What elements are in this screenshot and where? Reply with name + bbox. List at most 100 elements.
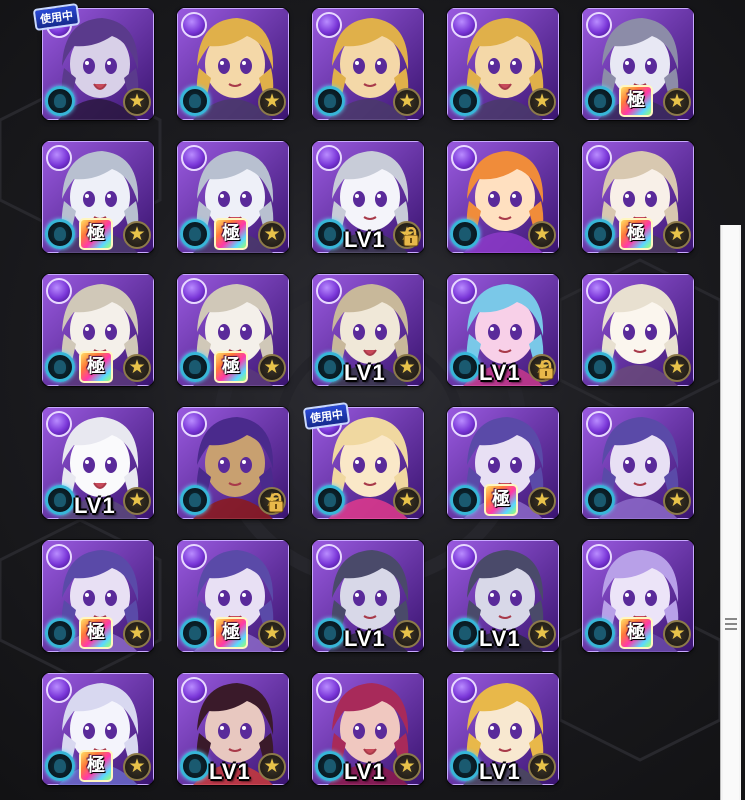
level-label: LV1 [479,626,521,651]
kyoku-badge: 極 [619,617,653,649]
kyoku-badge: 極 [79,617,113,649]
character-card[interactable]: ★ LV1 [447,540,559,652]
character-card[interactable]: ★ 極 [447,407,559,519]
element-wood-icon [316,677,342,703]
star-icon: ★ [393,88,421,116]
element-wood-icon [181,12,207,38]
character-card[interactable]: ★ [447,141,559,253]
gauge-icon [45,86,75,116]
scrollbar-grip-icon [725,615,737,639]
gauge-icon [45,618,75,648]
element-wood-icon [46,544,72,570]
star-icon: ★ [258,753,286,781]
lock-icon [402,226,420,247]
character-card[interactable]: ★ 極 [177,141,289,253]
character-card[interactable]: ★ 極 [42,141,154,253]
scrollbar-thumb[interactable] [723,225,739,800]
kyoku-badge: 極 [484,484,518,516]
star-icon: ★ [393,620,421,648]
character-card[interactable]: ★ LV1 [312,540,424,652]
gauge-icon [315,751,345,781]
gauge-icon [585,86,615,116]
element-wood-icon [46,278,72,304]
gauge-icon [585,485,615,515]
lock-icon [267,492,285,513]
star-icon: ★ [528,221,556,249]
character-card[interactable]: ★ 極 [582,8,694,120]
gauge-icon [45,352,75,382]
character-card[interactable]: ★LV1 [312,274,424,386]
level-label: LV1 [479,759,521,784]
character-card[interactable]: ★ [582,274,694,386]
element-wood-icon [181,145,207,171]
level-label: LV1 [344,227,386,252]
character-card[interactable]: ★ [177,8,289,120]
star-icon: ★ [258,354,286,382]
gauge-icon [315,86,345,116]
element-wood-icon [316,12,342,38]
character-card[interactable]: ★ 極 [177,274,289,386]
gauge-icon [450,618,480,648]
star-icon: ★ [663,221,691,249]
star-icon: ★ [258,221,286,249]
element-wood-icon [586,411,612,437]
lock-icon [537,359,555,380]
gauge-icon [450,352,480,382]
star-icon: ★ [393,487,421,515]
gauge-icon [585,618,615,648]
character-card[interactable]: ★ [177,407,289,519]
character-card[interactable]: ★ 極 [42,274,154,386]
character-card[interactable]: ★ 極 [42,540,154,652]
scrollbar[interactable] [720,225,741,800]
gauge-icon [450,219,480,249]
star-icon: ★ [123,221,151,249]
kyoku-badge: 極 [214,351,248,383]
element-wood-icon [451,677,477,703]
gauge-icon [180,219,210,249]
star-icon: ★ [393,354,421,382]
character-card[interactable]: ★ LV1 [177,673,289,785]
star-icon: ★ [123,753,151,781]
star-icon: ★ [123,88,151,116]
kyoku-badge: 極 [619,85,653,117]
character-card[interactable]: ★LV1 [312,673,424,785]
element-wood-icon [451,544,477,570]
kyoku-badge: 極 [214,218,248,250]
gauge-icon [450,485,480,515]
element-wood-icon [586,145,612,171]
element-wood-icon [451,145,477,171]
element-wood-icon [316,145,342,171]
level-label: LV1 [344,759,386,784]
character-card[interactable]: ★ 極 [582,141,694,253]
kyoku-badge: 極 [214,617,248,649]
character-card[interactable]: ★LV1 [447,274,559,386]
kyoku-badge: 極 [79,351,113,383]
gauge-icon [180,352,210,382]
gauge-icon [585,219,615,249]
gauge-icon [45,751,75,781]
gauge-icon [180,86,210,116]
element-wood-icon [586,12,612,38]
element-wood-icon [46,677,72,703]
character-card[interactable]: ★ 極 [42,673,154,785]
gauge-icon [45,485,75,515]
star-icon: ★ [663,354,691,382]
character-card[interactable]: ★ [312,8,424,120]
level-label: LV1 [344,626,386,651]
element-wood-icon [586,544,612,570]
element-wood-icon [451,411,477,437]
character-card[interactable]: ★ [447,8,559,120]
element-wood-icon [451,12,477,38]
character-card[interactable]: ★ [582,407,694,519]
gauge-icon [450,86,480,116]
level-label: LV1 [74,493,116,518]
character-card[interactable]: ★LV1 [42,407,154,519]
star-icon: ★ [123,354,151,382]
level-label: LV1 [209,759,251,784]
element-wood-icon [181,411,207,437]
character-card[interactable]: ★LV1 [312,141,424,253]
star-icon: ★ [528,620,556,648]
character-card[interactable]: ★ 極 [177,540,289,652]
character-card[interactable]: ★LV1 [447,673,559,785]
character-card[interactable]: ★ 極 [582,540,694,652]
